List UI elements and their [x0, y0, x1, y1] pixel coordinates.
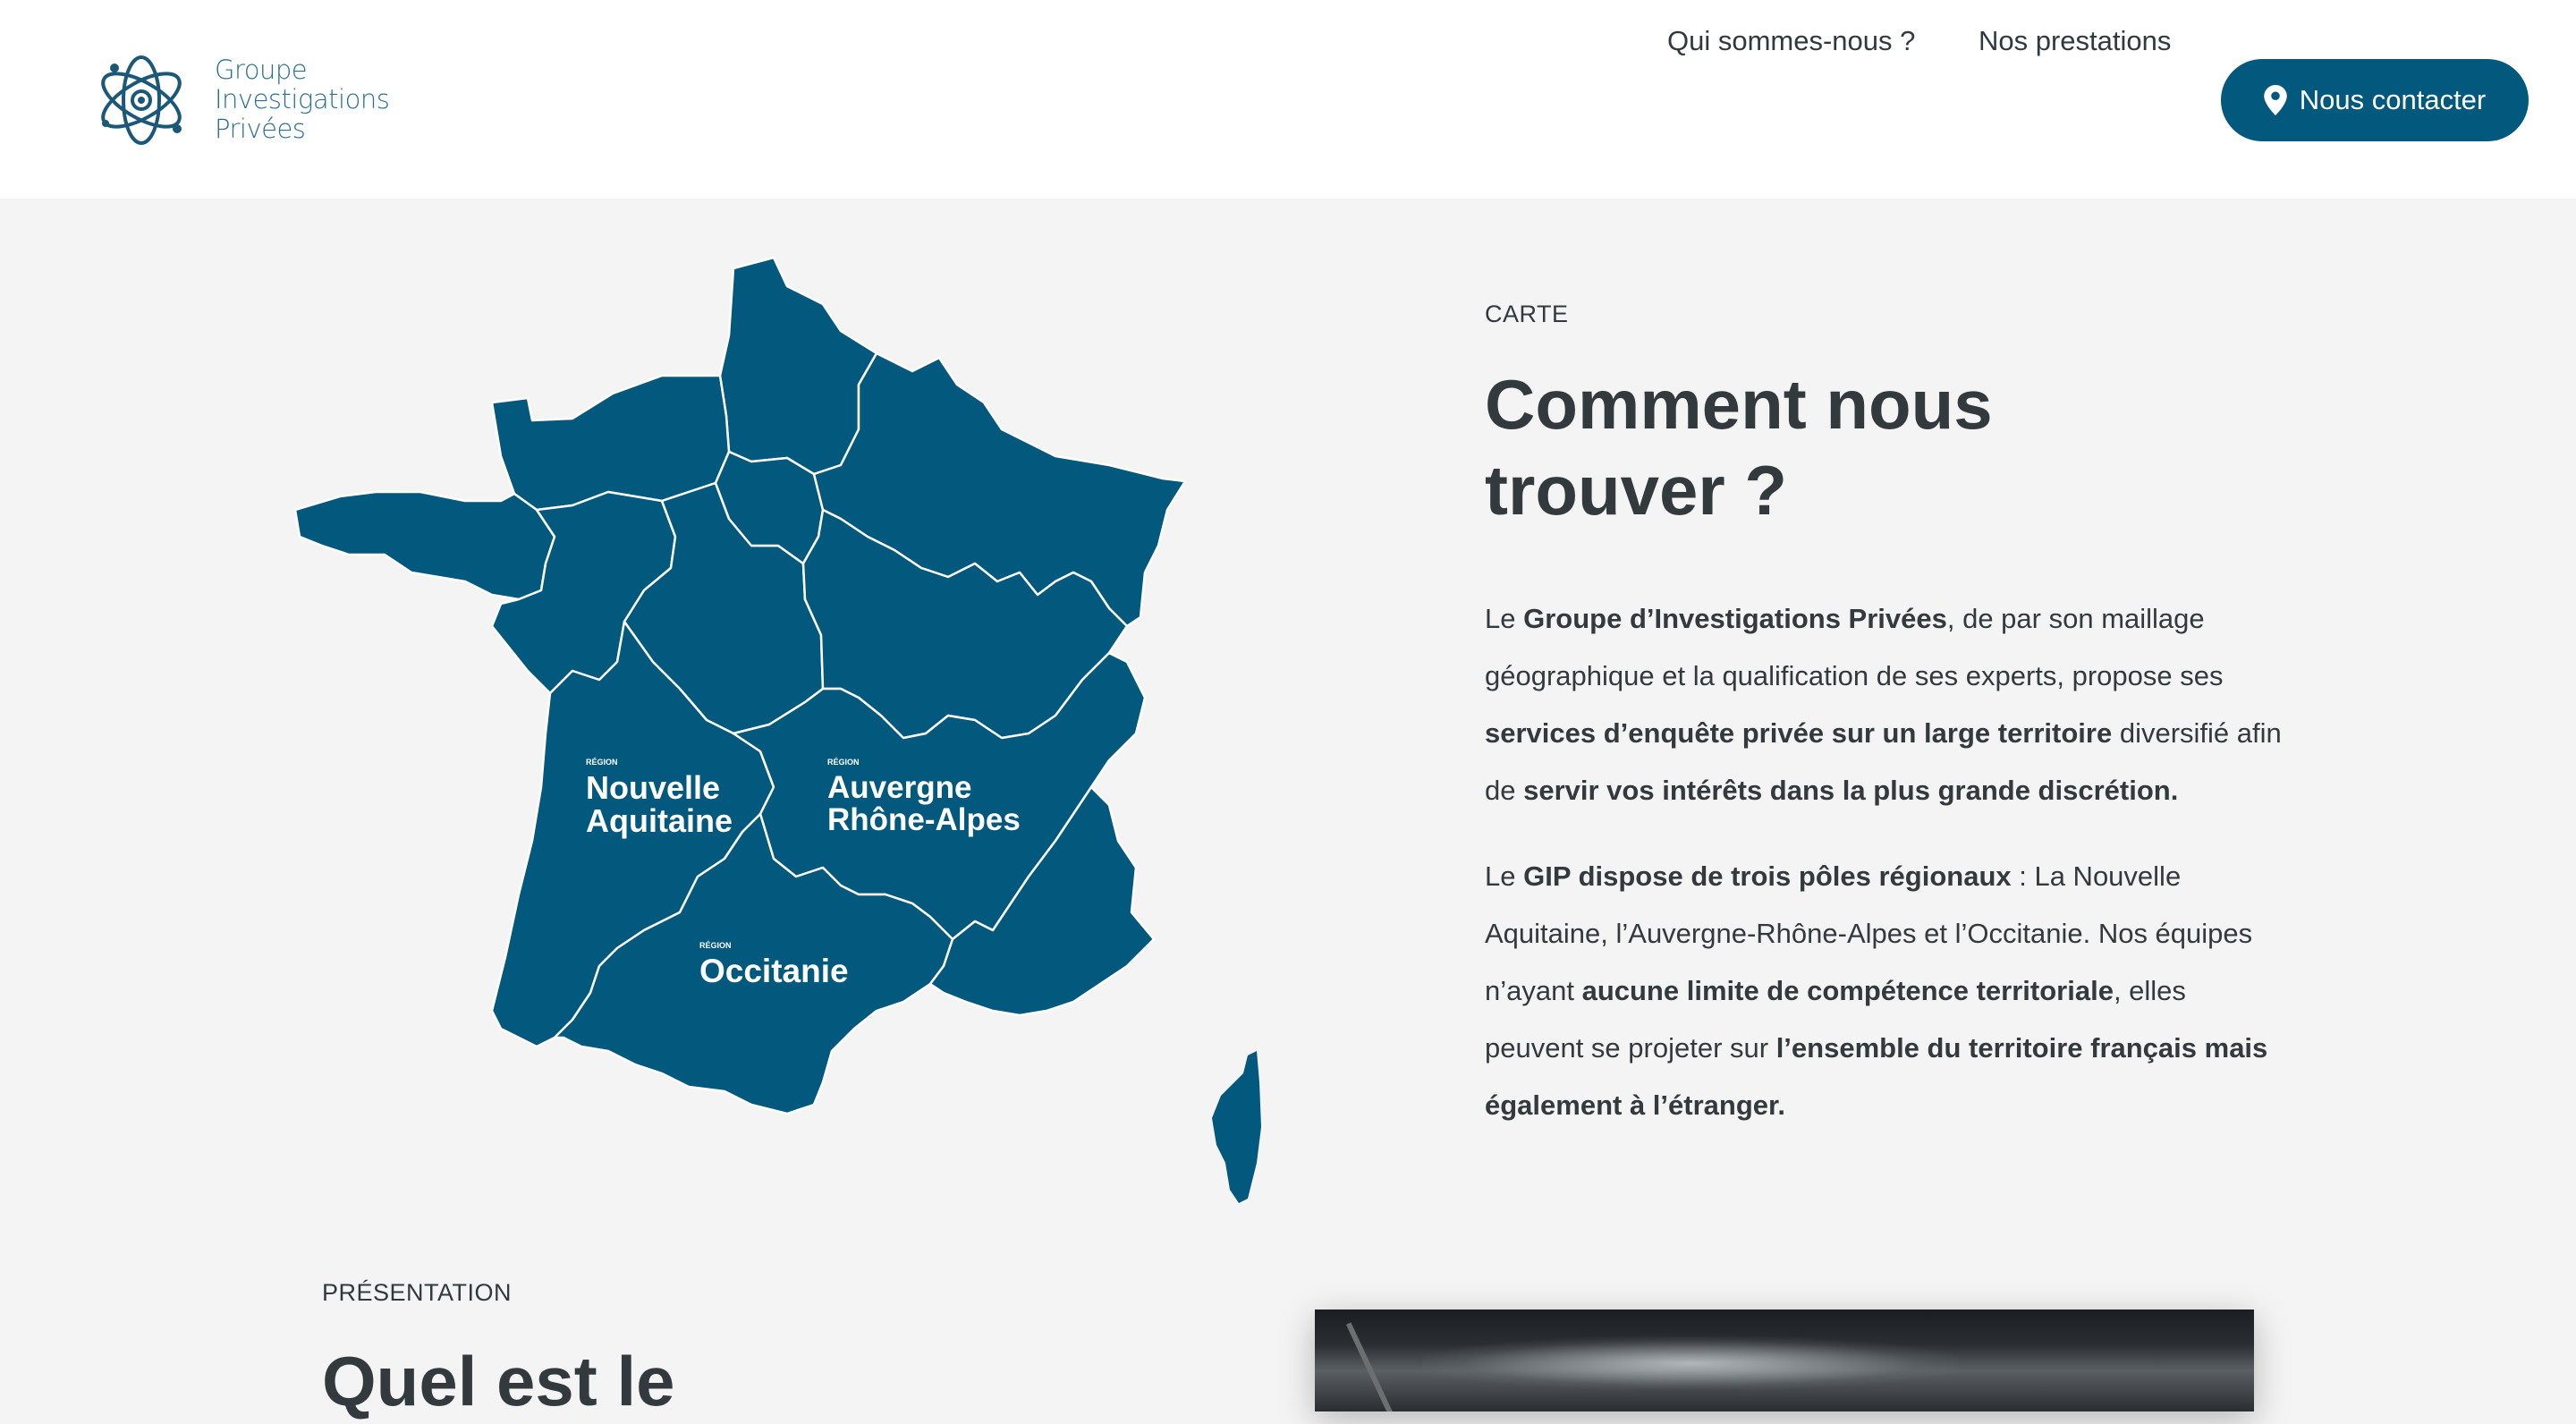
region-name-line1: Nouvelle: [586, 769, 720, 806]
photo-highlight: [1422, 1336, 1959, 1390]
logo-line-2: Investigations: [215, 84, 390, 114]
nav-link-about[interactable]: Qui sommes-nous ?: [1667, 25, 1915, 57]
region-name-line2: Aquitaine: [586, 802, 733, 839]
bold-run: services d’enquête privée sur un large t…: [1485, 717, 2113, 749]
text-run: Le: [1485, 603, 1524, 634]
location-pin-icon: [2264, 85, 2287, 115]
carte-paragraph-2: Le GIP dispose de trois pôles régionaux …: [1485, 848, 2290, 1134]
carte-paragraph-1: Le Groupe d’Investigations Privées, de p…: [1485, 590, 2290, 819]
atom-logo-icon: [101, 55, 182, 145]
presentation-eyebrow: PRÉSENTATION: [322, 1279, 513, 1306]
region-eyebrow: RÉGION: [827, 758, 860, 767]
region-name-line1: Occitanie: [699, 953, 849, 989]
carte-heading-line1: Comment nous: [1485, 365, 1993, 444]
bold-run: GIP dispose de trois pôles régionaux: [1523, 860, 2012, 892]
bold-run: aucune limite de compétence territoriale: [1581, 975, 2114, 1006]
france-regions-map: RÉGION Nouvelle Aquitaine RÉGION Auvergn…: [293, 256, 1261, 1203]
logo-line-3: Privées: [215, 114, 306, 144]
bold-run: servir vos intérêts dans la plus grande …: [1523, 775, 2179, 806]
bold-run: Groupe d’Investigations Privées: [1523, 603, 1947, 634]
contact-button-label: Nous contacter: [2299, 84, 2487, 115]
region-bretagne: [293, 490, 556, 601]
region-name-line2: Rhône-Alpes: [827, 802, 1021, 837]
region-corse: [1212, 1051, 1261, 1203]
nav-link-services[interactable]: Nos prestations: [1979, 25, 2171, 57]
presentation-photo: [1315, 1310, 2254, 1411]
site-logo[interactable]: Groupe Investigations Privées: [95, 50, 399, 150]
logo-wordmark: Groupe Investigations Privées: [215, 55, 390, 144]
region-eyebrow: RÉGION: [699, 941, 732, 950]
site-header: Groupe Investigations Privées Qui sommes…: [0, 0, 2576, 199]
logo-line-1: Groupe: [215, 55, 308, 85]
region-eyebrow: RÉGION: [586, 758, 618, 767]
text-run: Le: [1485, 860, 1524, 892]
carte-heading: Comment nous trouver ?: [1485, 361, 2165, 533]
carte-heading-line2: trouver ?: [1485, 451, 1788, 530]
region-label-nouvelle-aquitaine: RÉGION Nouvelle Aquitaine: [586, 758, 733, 839]
carte-eyebrow: CARTE: [1485, 301, 1569, 327]
photo-detail: [1345, 1322, 1397, 1411]
contact-button[interactable]: Nous contacter: [2221, 59, 2529, 141]
region-name-line1: Auvergne: [827, 770, 971, 805]
